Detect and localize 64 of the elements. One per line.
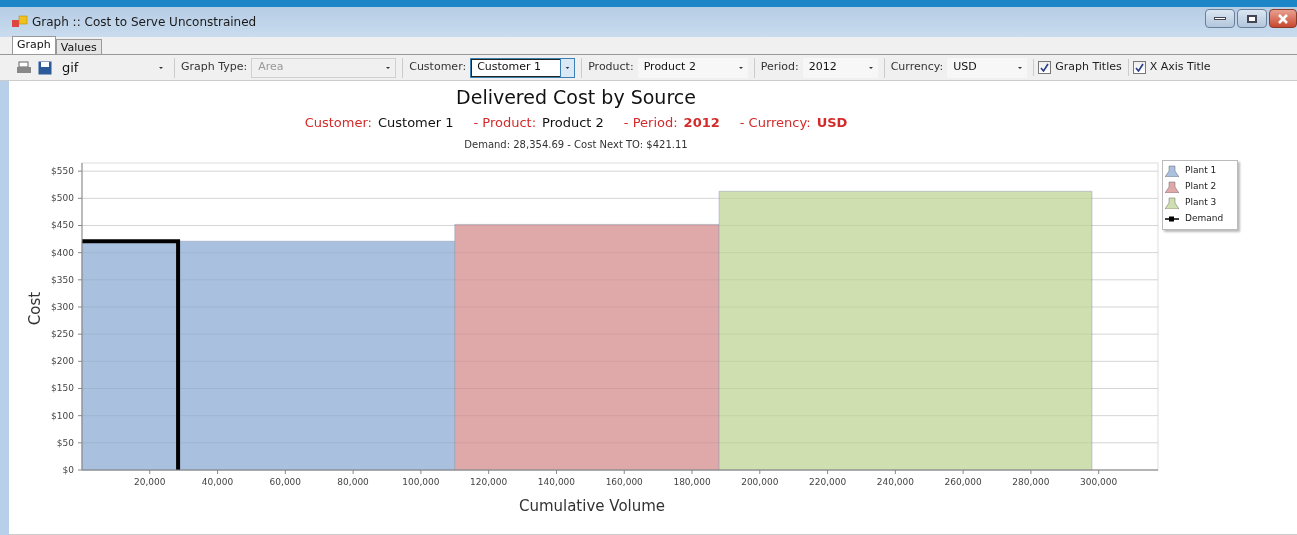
- combo-label: Product:: [588, 59, 634, 76]
- combo-label: Currency:: [890, 59, 944, 76]
- x-tick-label: 300,000: [1080, 477, 1118, 487]
- y-tick-label: $300: [51, 302, 74, 312]
- y-tick-label: $550: [51, 166, 74, 177]
- y-tick-label: $150: [51, 383, 74, 394]
- x-tick-label: 20,000: [134, 477, 166, 487]
- combo-label: Graph Type:: [181, 59, 248, 76]
- y-tick-label: $400: [51, 247, 74, 258]
- printer-icon[interactable]: [16, 60, 32, 75]
- x-tick-label: 140,000: [537, 477, 576, 487]
- x-tick-label: 180,000: [673, 477, 711, 487]
- x-tick-label: 60,000: [269, 477, 302, 487]
- legend-label: Plant 2: [1185, 180, 1217, 194]
- x-tick-label: 40,000: [201, 477, 234, 487]
- x-tick-label: 280,000: [1012, 477, 1050, 487]
- x-tick-label: 120,000: [470, 477, 508, 487]
- checkbox-box[interactable]: [1038, 61, 1052, 74]
- y-axis-title: Cost: [26, 291, 44, 326]
- checkbox[interactable]: X Axis Title: [1127, 59, 1211, 76]
- format-combo[interactable]: gif: [58, 57, 168, 78]
- x-tick-label: 220,000: [808, 477, 847, 487]
- x-tick-label: 200,000: [741, 477, 779, 487]
- tab[interactable]: Graph: [12, 36, 56, 54]
- checkbox[interactable]: Graph Titles: [1033, 59, 1122, 76]
- legend-label: Plant 3: [1185, 196, 1217, 210]
- close-button[interactable]: [1269, 9, 1297, 28]
- combo-label: Period:: [760, 59, 799, 76]
- checkbox-box[interactable]: [1132, 61, 1146, 74]
- legend-area-icon: [1165, 165, 1179, 177]
- chart-subtitle: Customer: Customer 1 - Product: Product 2 - Period: 2012 - Currency: USD: [304, 114, 848, 132]
- x-tick-label: 240,000: [876, 477, 914, 487]
- y-tick-label: $450: [51, 220, 74, 231]
- x-tick-label: 260,000: [944, 477, 982, 487]
- y-tick-label: $100: [51, 410, 74, 421]
- combo-box[interactable]: Product 2: [637, 57, 748, 78]
- y-tick-label: $350: [51, 274, 74, 285]
- legend-area-icon: [1165, 197, 1179, 209]
- x-tick-label: 80,000: [337, 477, 369, 487]
- chart-note: Demand: 28,354.69 - Cost Next TO: $421.11: [464, 138, 688, 152]
- app-icon: [12, 15, 28, 29]
- tab[interactable]: Values: [55, 39, 102, 54]
- combo-label: Customer:: [409, 59, 467, 76]
- legend-area-icon: [1165, 181, 1179, 193]
- x-tick-label: 100,000: [402, 477, 440, 487]
- minimize-button[interactable]: [1205, 9, 1235, 28]
- maximize-button[interactable]: [1237, 9, 1267, 28]
- y-tick-label: $250: [51, 329, 74, 340]
- legend-label: Demand: [1185, 212, 1224, 226]
- combo-box[interactable]: Customer 1: [470, 57, 576, 78]
- legend-label: Plant 1: [1185, 164, 1217, 178]
- x-axis-title: Cumulative Volume: [518, 497, 666, 515]
- y-tick-label: $50: [56, 437, 74, 448]
- y-tick-label: $0: [62, 465, 74, 475]
- close-icon[interactable]: [1278, 13, 1288, 24]
- legend-line-icon: [1165, 215, 1179, 223]
- x-tick-label: 160,000: [605, 477, 643, 487]
- y-tick-label: $200: [51, 356, 74, 367]
- window-title: Graph :: Cost to Serve Unconstrained: [32, 14, 257, 31]
- save-icon[interactable]: [38, 60, 52, 75]
- combo-box[interactable]: 2012: [802, 57, 878, 78]
- y-tick-label: $500: [51, 193, 74, 204]
- combo-box[interactable]: USD: [947, 57, 1028, 78]
- chart-title: Delivered Cost by Source: [456, 85, 696, 109]
